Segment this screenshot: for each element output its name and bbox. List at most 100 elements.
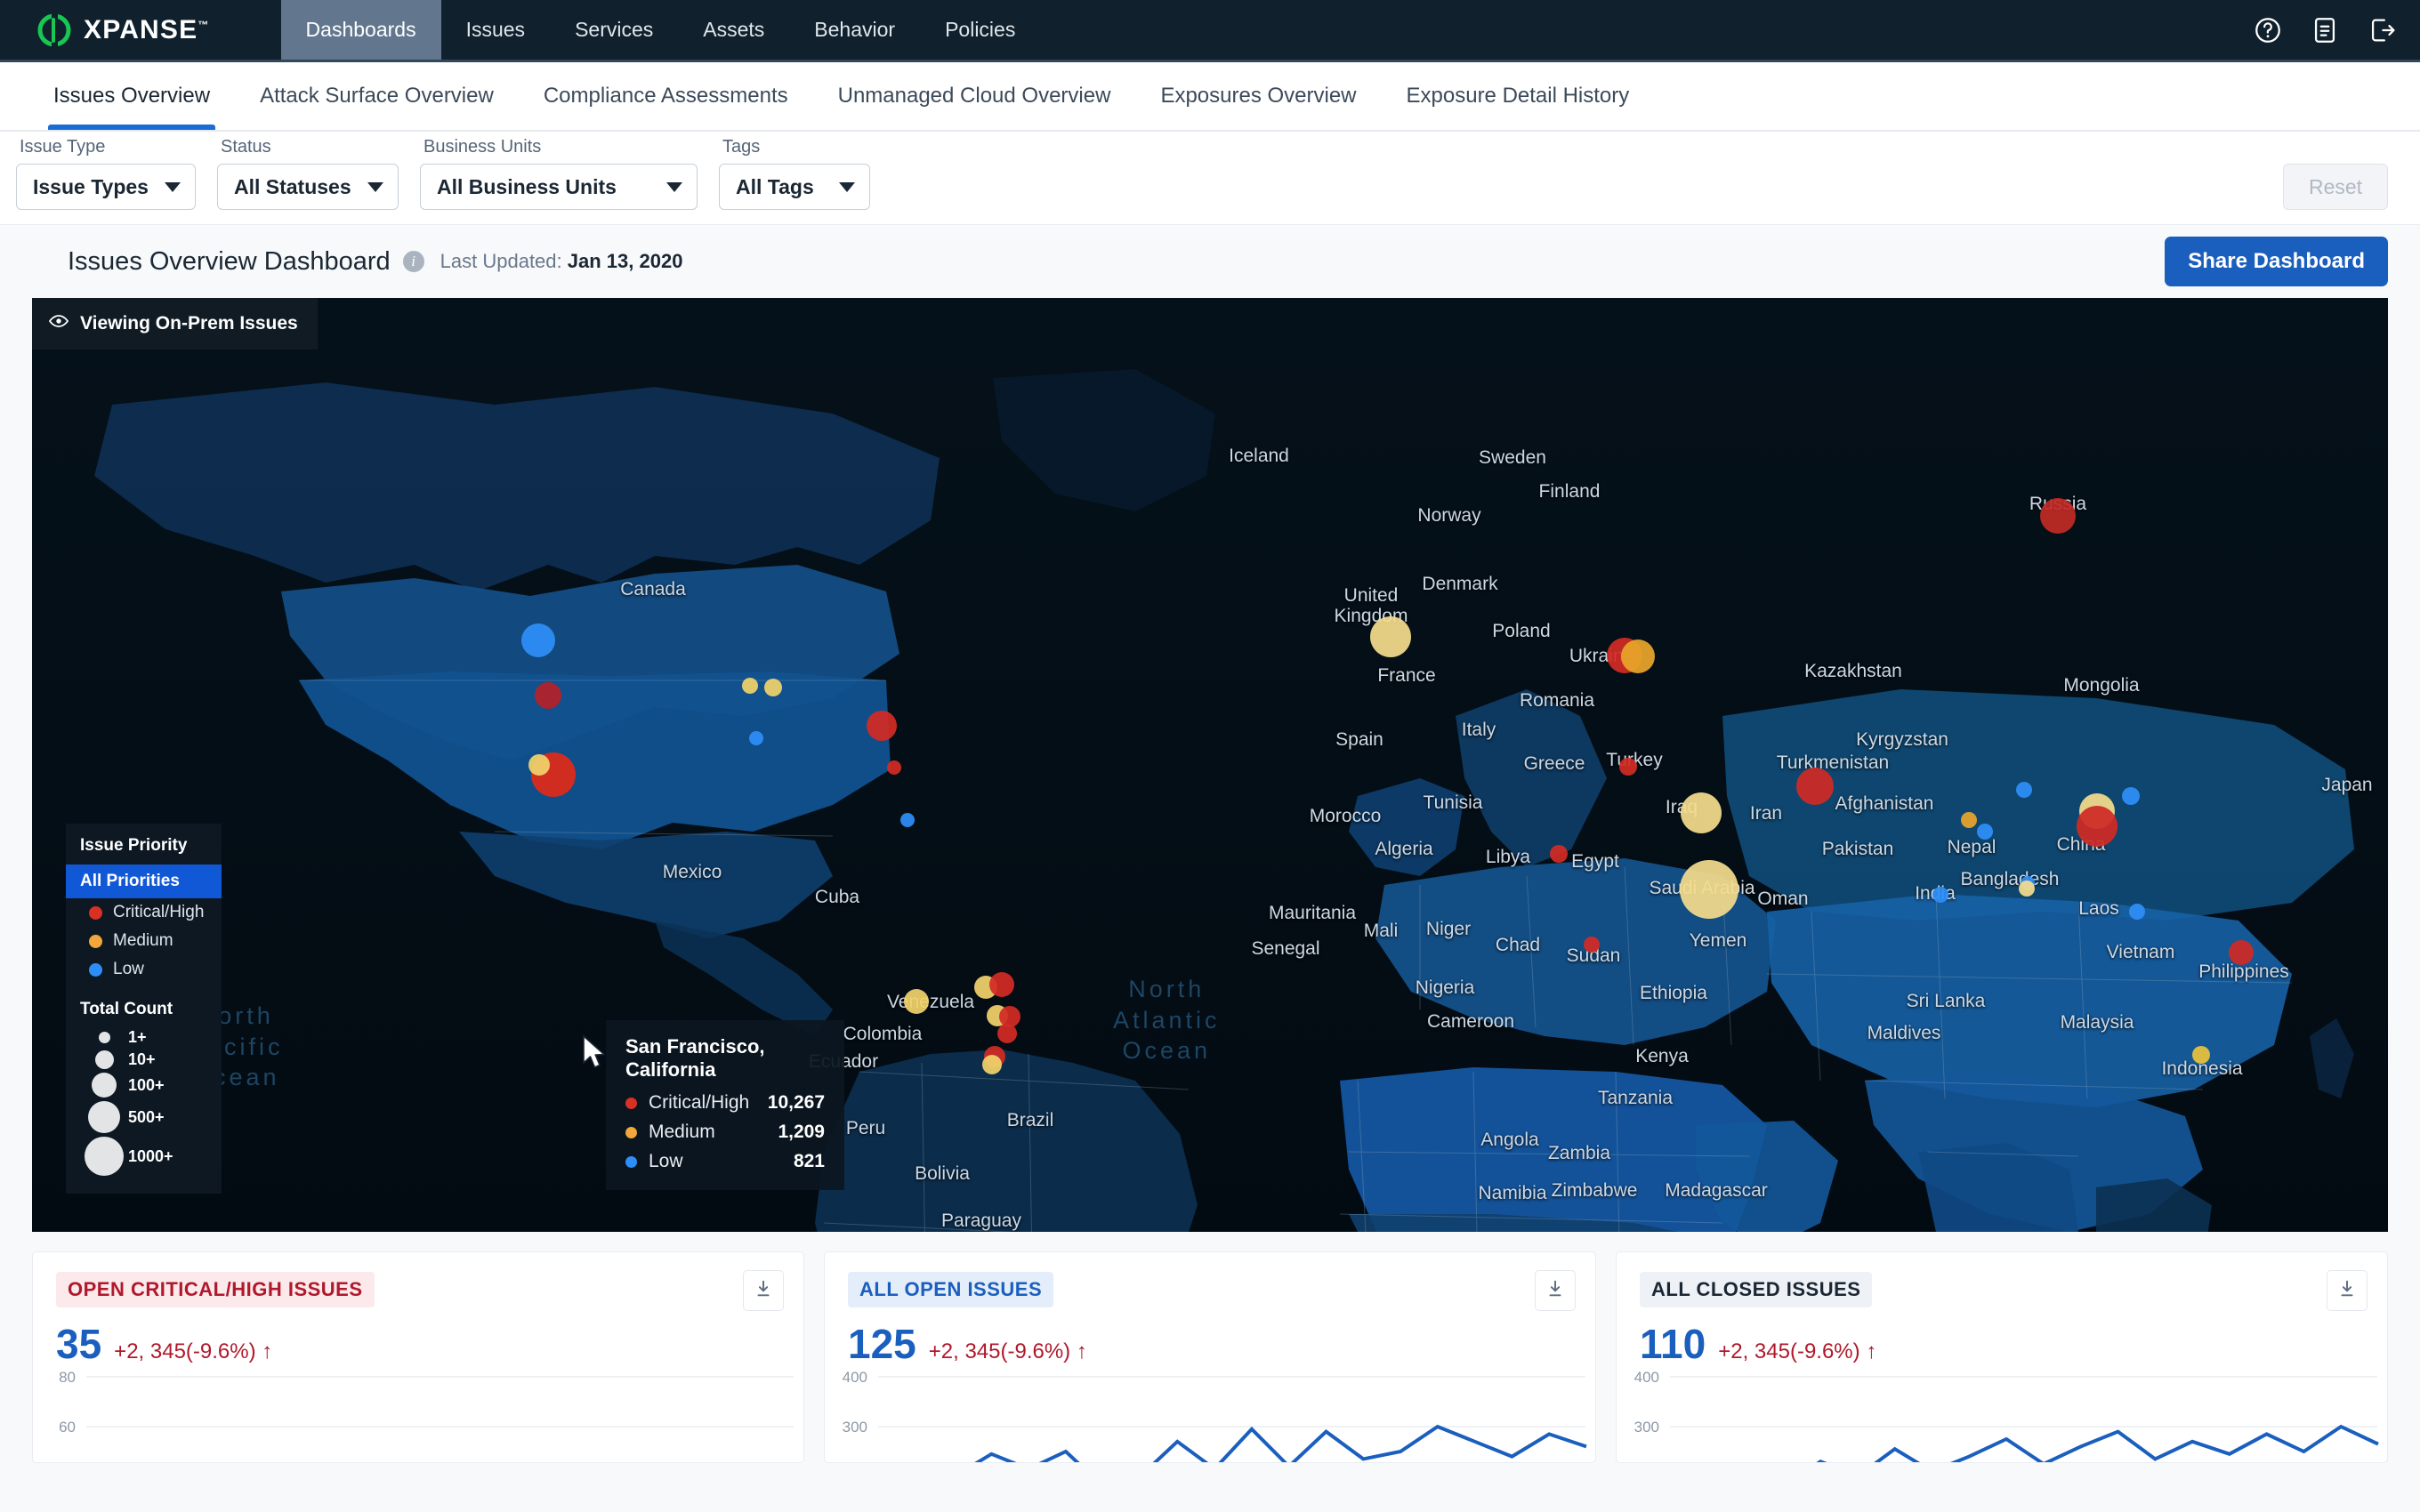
viewing-mode-badge[interactable]: Viewing On-Prem Issues (32, 298, 318, 350)
map-issue-marker[interactable] (2122, 787, 2140, 805)
share-dashboard-button[interactable]: Share Dashboard (2165, 237, 2388, 286)
map-issue-marker[interactable] (1681, 792, 1722, 833)
bubble-icon (80, 1050, 128, 1069)
main-nav-items: Dashboards Issues Services Assets Behavi… (280, 0, 1041, 60)
map-issue-marker[interactable] (1619, 758, 1637, 776)
map-issue-marker[interactable] (764, 679, 782, 696)
reset-button[interactable]: Reset (2283, 164, 2388, 210)
map-issue-marker[interactable] (1961, 812, 1977, 828)
bubble-icon (80, 1101, 128, 1133)
legend-item-critical-high[interactable]: Critical/High (66, 898, 222, 927)
download-icon (754, 1279, 773, 1303)
map-issue-marker[interactable] (1370, 616, 1411, 657)
nav-item-policies[interactable]: Policies (920, 0, 1040, 60)
viewing-mode-label: Viewing On-Prem Issues (80, 313, 298, 334)
filter-business-units: Business Units All Business Units (419, 137, 698, 210)
map-issue-marker[interactable] (1977, 824, 1993, 840)
card-title-all-open-issues: ALL OPEN ISSUES (848, 1272, 1054, 1307)
map-issue-marker[interactable] (1932, 887, 1948, 903)
legend-size-label-10: 10+ (128, 1050, 156, 1068)
map-issue-marker[interactable] (997, 1024, 1017, 1043)
map-issue-marker[interactable] (521, 623, 555, 657)
map-issue-marker[interactable] (1621, 639, 1655, 673)
legend-size-1000: 1000+ (66, 1135, 222, 1178)
world-issues-map[interactable]: NorthPacificOcean NorthAtlanticOcean Sou… (32, 298, 2388, 1232)
info-icon[interactable]: i (402, 251, 424, 272)
map-issue-marker[interactable] (1796, 768, 1834, 805)
nav-item-dashboards[interactable]: Dashboards (280, 0, 441, 60)
last-updated: Last Updated: Jan 13, 2020 (440, 250, 683, 273)
map-issue-marker[interactable] (535, 682, 561, 709)
map-tooltip: San Francisco, California Critical/High … (606, 1020, 844, 1190)
map-issue-marker[interactable] (2016, 782, 2032, 798)
chevron-down-icon (666, 181, 682, 192)
card-open-critical-high: OPEN CRITICAL/HIGH ISSUES 35 +2, 345(-9.… (32, 1251, 804, 1463)
map-issue-marker[interactable] (2040, 498, 2076, 534)
legend-item-low[interactable]: Low (66, 955, 222, 984)
issue-type-select[interactable]: Issue Types (16, 164, 196, 210)
tab-exposure-detail-history[interactable]: Exposure Detail History (1382, 62, 1655, 130)
map-issue-marker[interactable] (904, 989, 929, 1014)
filter-label-status: Status (220, 137, 271, 157)
last-updated-value: Jan 13, 2020 (567, 250, 683, 272)
tooltip-value-medium: 1,209 (778, 1122, 825, 1142)
brand-logo[interactable]: XPANSE™ (0, 0, 246, 60)
legend-item-medium[interactable]: Medium (66, 927, 222, 955)
tags-select[interactable]: All Tags (718, 164, 870, 210)
download-button[interactable] (1535, 1270, 1576, 1311)
eye-icon (48, 310, 69, 337)
map-issue-marker[interactable] (528, 754, 550, 776)
map-issue-marker[interactable] (1584, 937, 1600, 953)
map-issue-marker[interactable] (749, 731, 763, 745)
notes-icon[interactable] (2310, 15, 2340, 45)
tooltip-value-low: 821 (793, 1151, 825, 1171)
business-units-select[interactable]: All Business Units (419, 164, 698, 210)
map-issue-marker[interactable] (1550, 845, 1568, 863)
map-issue-marker[interactable] (887, 760, 901, 775)
legend-priority-title: Issue Priority (80, 836, 188, 855)
legend-size-label-100: 100+ (128, 1075, 165, 1094)
help-icon[interactable] (2253, 15, 2283, 45)
tooltip-row-medium: Medium 1,209 (625, 1122, 825, 1143)
last-updated-label: Last Updated: (440, 250, 562, 272)
map-issue-marker[interactable] (2192, 1046, 2210, 1064)
sparkline-open-critical-high: 80 60 (59, 1369, 794, 1436)
map-issue-marker[interactable] (742, 678, 758, 694)
map-issue-marker[interactable] (900, 813, 915, 827)
ytick-60: 60 (59, 1419, 76, 1436)
tab-unmanaged-cloud-overview[interactable]: Unmanaged Cloud Overview (813, 62, 1136, 130)
logout-icon[interactable] (2367, 15, 2397, 45)
legend-size-label-1000: 1000+ (128, 1146, 173, 1165)
map-issue-marker[interactable] (982, 1055, 1002, 1074)
legend-size-1: 1+ (66, 1026, 222, 1049)
download-button[interactable] (2327, 1270, 2368, 1311)
issue-type-select-value: Issue Types (33, 174, 149, 198)
nav-item-assets[interactable]: Assets (678, 0, 789, 60)
filter-issue-type: Issue Type Issue Types (16, 137, 196, 210)
nav-item-services[interactable]: Services (550, 0, 678, 60)
legend-all-priorities[interactable]: All Priorities (66, 865, 222, 898)
status-select[interactable]: All Statuses (216, 164, 399, 210)
nav-item-issues[interactable]: Issues (441, 0, 550, 60)
dashboard-header: Issues Overview Dashboard i Last Updated… (0, 225, 2420, 298)
nav-item-behavior[interactable]: Behavior (789, 0, 920, 60)
card-all-open-issues: ALL OPEN ISSUES 125 +2, 345(-9.6%) ↑ 400 (824, 1251, 1596, 1463)
tab-issues-overview[interactable]: Issues Overview (28, 62, 235, 130)
tooltip-row-critical-high: Critical/High 10,267 (625, 1092, 825, 1114)
bubble-icon (80, 1137, 128, 1176)
tab-compliance-assessments[interactable]: Compliance Assessments (519, 62, 813, 130)
map-issue-marker[interactable] (2077, 806, 2118, 847)
map-issue-marker[interactable] (1680, 860, 1738, 919)
map-issue-marker[interactable] (2019, 881, 2035, 897)
download-button[interactable] (743, 1270, 784, 1311)
tab-attack-surface-overview[interactable]: Attack Surface Overview (235, 62, 519, 130)
map-issue-marker[interactable] (2129, 904, 2145, 920)
map-issue-marker[interactable] (2229, 940, 2254, 965)
status-select-value: All Statuses (233, 174, 351, 198)
map-issue-marker[interactable] (989, 972, 1014, 997)
tab-exposures-overview[interactable]: Exposures Overview (1135, 62, 1381, 130)
issue-marker-layer[interactable] (32, 298, 2388, 1232)
card-all-closed-issues: ALL CLOSED ISSUES 110 +2, 345(-9.6%) ↑ 4 (1616, 1251, 2388, 1463)
map-issue-marker[interactable] (867, 711, 897, 741)
brand-name: XPANSE™ (84, 15, 210, 45)
